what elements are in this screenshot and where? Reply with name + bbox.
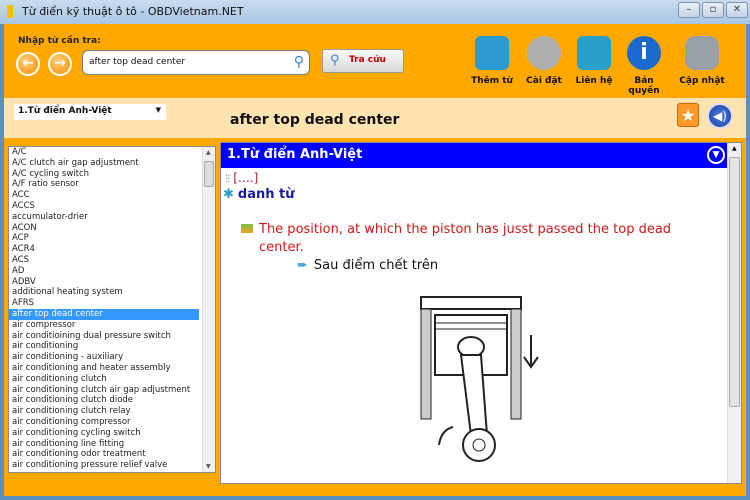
pronunciation: ⫶⫶ [….]: [225, 171, 258, 185]
forward-button[interactable]: →: [48, 52, 72, 76]
tool-label: Cài đặt: [526, 76, 562, 86]
magnifier-icon: ⚲: [330, 53, 340, 68]
entry-panel: 1.Từ điển Anh-Việt ▼ ⫶⫶ [….] ✱ danh từ The…: [220, 142, 742, 484]
list-item[interactable]: ACON: [9, 223, 199, 234]
dictionary-select-value: 1.Từ điển Anh-Việt: [18, 106, 112, 116]
list-item[interactable]: additional heating system: [9, 287, 199, 298]
list-item[interactable]: ACR4: [9, 244, 199, 255]
tool-label: Thêm từ: [471, 76, 513, 86]
list-item[interactable]: air conditioining dual pressure switch: [9, 331, 199, 342]
list-item[interactable]: air conditioning cycling switch: [9, 428, 199, 439]
add-word-button[interactable]: Thêm từ: [466, 36, 518, 86]
list-item[interactable]: air conditioning odor treatment: [9, 449, 199, 460]
envelope-icon: [577, 36, 611, 70]
current-word: after top dead center: [230, 112, 400, 128]
copyright-button[interactable]: i Bản quyền: [618, 36, 670, 96]
search-label: Nhập từ cần tra:: [18, 36, 101, 46]
speaker-button[interactable]: ◀): [707, 103, 733, 129]
dictionary-header: 1.Từ điển Anh-Việt ▼: [221, 143, 729, 168]
close-button[interactable]: ✕: [726, 2, 748, 18]
chevron-down-icon: ▼: [155, 106, 161, 114]
settings-tools-icon: [527, 36, 561, 70]
dictionary-header-title: 1.Từ điển Anh-Việt: [227, 147, 363, 162]
search-value: after top dead center: [89, 57, 186, 67]
favorite-star-button[interactable]: ★: [677, 103, 699, 127]
list-item[interactable]: AD: [9, 266, 199, 277]
list-item[interactable]: AFRS: [9, 298, 199, 309]
list-item[interactable]: air compressor: [9, 320, 199, 331]
asterisk-icon: ✱: [223, 187, 234, 202]
list-item[interactable]: air conditioning compressor: [9, 417, 199, 428]
info-icon: i: [627, 36, 661, 70]
part-of-speech-text: danh từ: [237, 187, 295, 202]
list-item[interactable]: ACCS: [9, 201, 199, 212]
scroll-up-icon[interactable]: ▲: [206, 149, 211, 156]
add-book-icon: [475, 36, 509, 70]
list-item[interactable]: A/C clutch air gap adjustment: [9, 158, 199, 169]
arrow-right-icon: ➨: [297, 258, 308, 273]
window-title: Từ điển kỹ thuật ô tô - OBDVietnam.NET: [22, 5, 244, 18]
list-item[interactable]: air conditioning clutch: [9, 374, 199, 385]
tool-label: Liên hệ: [575, 76, 613, 86]
title-bar: Từ điển kỹ thuật ô tô - OBDVietnam.NET –…: [0, 0, 750, 24]
list-item[interactable]: ACS: [9, 255, 199, 266]
update-button[interactable]: Cập nhật: [676, 36, 728, 86]
list-item[interactable]: A/C: [9, 147, 199, 158]
contact-button[interactable]: Liên hệ: [568, 36, 620, 86]
app-icon: [7, 5, 13, 18]
list-item[interactable]: air conditioning: [9, 341, 199, 352]
list-item[interactable]: ACC: [9, 190, 199, 201]
tool-label: Bản quyền: [628, 76, 660, 96]
entry-scrollbar[interactable]: ▲: [727, 143, 741, 483]
scroll-up-icon[interactable]: ▲: [732, 145, 737, 152]
part-of-speech: ✱ danh từ: [223, 187, 295, 202]
settings-button[interactable]: Cài đặt: [518, 36, 570, 86]
word-bar: 1.Từ điển Anh-Việt ▼ after top dead cente…: [4, 98, 746, 138]
translation-text: Sau điểm chết trên: [313, 258, 439, 273]
list-item[interactable]: air conditioning clutch relay: [9, 406, 199, 417]
list-item[interactable]: air conditioning clutch diode: [9, 395, 199, 406]
dictionary-select[interactable]: 1.Từ điển Anh-Việt ▼: [14, 104, 166, 120]
pronunciation-text: [….]: [233, 171, 259, 185]
maximize-button[interactable]: ▫: [702, 2, 724, 18]
back-button[interactable]: ←: [16, 52, 40, 76]
search-input[interactable]: after top dead center ⚲: [82, 50, 310, 75]
list-item[interactable]: air conditioning line fitting: [9, 439, 199, 450]
piston-diagram: [420, 296, 539, 462]
list-item[interactable]: A/F ratio sensor: [9, 179, 199, 190]
collapse-icon[interactable]: ▼: [707, 146, 725, 164]
word-list[interactable]: A/C A/C clutch air gap adjustment A/C cycl…: [8, 146, 216, 473]
scroll-thumb[interactable]: [204, 161, 214, 187]
list-item[interactable]: air conditioning pressure relief valve: [9, 460, 199, 471]
list-item[interactable]: accumulator-drier: [9, 212, 199, 223]
translation: ➨ Sau điểm chết trên: [297, 258, 438, 273]
definition-icon: [241, 224, 253, 233]
scroll-down-icon[interactable]: ▼: [206, 463, 211, 470]
definition-text: The position, at which the piston has ju…: [259, 222, 672, 255]
lookup-button[interactable]: ⚲ Tra cứu: [322, 49, 404, 73]
app-window: Nhập từ cần tra: ← → after top dead cent…: [4, 24, 746, 496]
list-item[interactable]: ADBV: [9, 277, 199, 288]
list-item[interactable]: air conditioning - auxiliary: [9, 352, 199, 363]
search-icon[interactable]: ⚲: [294, 54, 304, 70]
definition: The position, at which the piston has ju…: [241, 221, 699, 257]
list-item[interactable]: air conditioning and heater assembly: [9, 363, 199, 374]
phonetic-icon: ⫶⫶: [225, 174, 234, 185]
list-item[interactable]: A/C cycling switch: [9, 169, 199, 180]
minimize-button[interactable]: –: [678, 2, 700, 18]
database-download-icon: [685, 36, 719, 70]
scroll-thumb[interactable]: [729, 157, 740, 407]
list-item[interactable]: air conditioning clutch air gap adjustme…: [9, 385, 199, 396]
list-item[interactable]: ACP: [9, 233, 199, 244]
word-list-scrollbar[interactable]: ▲ ▼: [202, 147, 215, 472]
tool-label: Cập nhật: [679, 76, 725, 86]
list-item[interactable]: after top dead center: [9, 308, 199, 320]
lookup-label: Tra cứu: [349, 55, 386, 65]
